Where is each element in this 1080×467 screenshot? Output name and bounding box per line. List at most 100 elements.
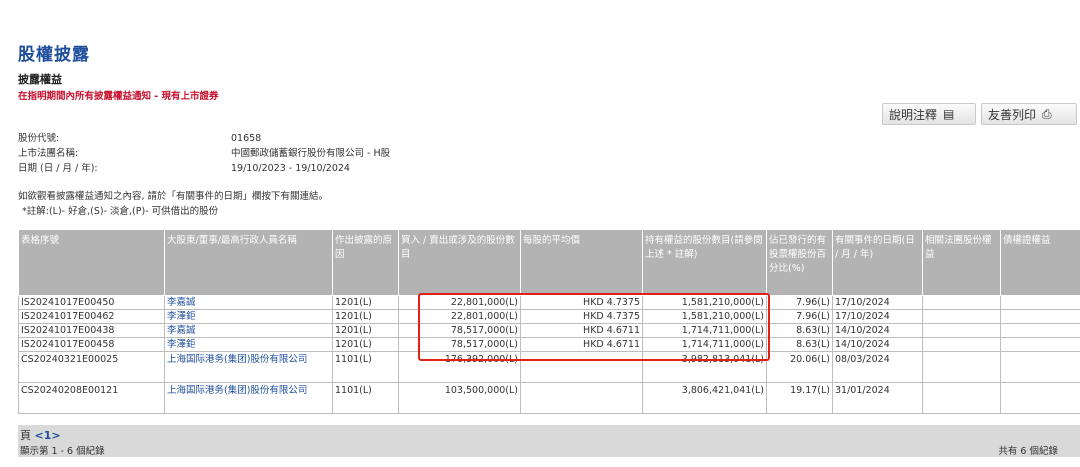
print-button-label: 友善列印 — [988, 107, 1037, 122]
cell-shares-involved: 22,801,000(L) — [398, 309, 521, 324]
cell-avg-price — [520, 382, 643, 414]
cell-avg-price: HKD 4.6711 — [520, 323, 643, 338]
company-label: 上市法團名稱: — [18, 148, 79, 159]
notes-button[interactable]: 說明注釋 ▤ — [882, 103, 976, 125]
cell-shares-involved: 78,517,000(L) — [398, 323, 521, 338]
cell-percentage: 20.06(L) — [766, 351, 833, 383]
record-total: 共有 6 個紀錄 — [998, 446, 1058, 457]
cell-shares-involved: 22,801,000(L) — [398, 295, 521, 310]
cell-debentures — [1000, 337, 1080, 352]
cell-associated-corp — [922, 382, 1001, 414]
cell-holder-name[interactable]: 李澤鉅 — [164, 309, 333, 324]
cell-holder-name[interactable]: 李嘉誠 — [164, 295, 333, 310]
header-percentage[interactable]: 佔已發行的有投票權股份百分比(%) — [766, 229, 833, 296]
cell-reason: 1101(L) — [332, 351, 399, 383]
table-row: IS20241017E00458 李澤鉅 1201(L) 78,517,000(… — [18, 337, 1080, 352]
cell-percentage: 7.96(L) — [766, 309, 833, 324]
cell-shares-held: 1,581,210,000(L) — [642, 309, 767, 324]
header-form-no[interactable]: 表格序號 — [18, 229, 165, 296]
cell-event-date[interactable]: 31/01/2024 — [832, 382, 923, 414]
cell-form-no: CS20240208E00121 — [18, 382, 165, 414]
cell-associated-corp — [922, 337, 1001, 352]
cell-percentage: 7.96(L) — [766, 295, 833, 310]
cell-shares-held: 3,982,813,041(L) — [642, 351, 767, 383]
cell-form-no: IS20241017E00438 — [18, 323, 165, 338]
cell-shares-held: 1,714,711,000(L) — [642, 323, 767, 338]
company-value: 中國郵政儲蓄銀行股份有限公司 - H股 — [231, 148, 391, 159]
cell-debentures — [1000, 323, 1080, 338]
stock-code-label: 股份代號: — [18, 133, 60, 144]
cell-associated-corp — [922, 323, 1001, 338]
stock-code-value: 01658 — [231, 133, 262, 144]
cell-associated-corp — [922, 309, 1001, 324]
cell-avg-price: HKD 4.7375 — [520, 309, 643, 324]
table-row: IS20241017E00462 李澤鉅 1201(L) 22,801,000(… — [18, 309, 1080, 324]
cell-shares-involved: 78,517,000(L) — [398, 337, 521, 352]
table-footer: 頁 <1> 顯示第 1 - 6 個紀錄 共有 6 個紀錄 — [18, 425, 1080, 457]
cell-shares-held: 1,581,210,000(L) — [642, 295, 767, 310]
page-prefix: 頁 — [20, 429, 31, 442]
document-icon: ▤ — [943, 107, 955, 121]
cell-event-date[interactable]: 08/03/2024 — [832, 351, 923, 383]
record-range: 顯示第 1 - 6 個紀錄 — [20, 446, 105, 457]
cell-debentures — [1000, 382, 1080, 414]
header-event-date[interactable]: 有關事件的日期(日 / 月 / 年) — [832, 229, 923, 296]
table-header-row: 表格序號 大股東/董事/最高行政人員名稱 作出披露的原因 買入 / 賣出或涉及的… — [18, 229, 1080, 296]
date-value: 19/10/2023 - 19/10/2024 — [231, 163, 350, 174]
cell-reason: 1201(L) — [332, 337, 399, 352]
cell-holder-name[interactable]: 李澤鉅 — [164, 337, 333, 352]
printer-icon: ⎙ — [1042, 106, 1052, 121]
cell-form-no: CS20240321E00025 — [18, 351, 165, 383]
header-debentures[interactable]: 債權證權益 — [1000, 229, 1080, 296]
cell-percentage: 19.17(L) — [766, 382, 833, 414]
cell-shares-involved: 176,392,000(L) — [398, 351, 521, 383]
cell-avg-price: HKD 4.7375 — [520, 295, 643, 310]
page-title: 股權披露 — [18, 45, 90, 65]
cell-shares-involved: 103,500,000(L) — [398, 382, 521, 414]
table-row: CS20240208E00121 上海国际港务(集团)股份有限公司 1101(L… — [18, 382, 1080, 414]
section-title: 披露權益 — [18, 73, 62, 86]
print-button[interactable]: 友善列印 ⎙ — [981, 103, 1077, 125]
cell-debentures — [1000, 295, 1080, 310]
cell-avg-price — [520, 351, 643, 383]
cell-avg-price: HKD 4.6711 — [520, 337, 643, 352]
cell-reason: 1201(L) — [332, 323, 399, 338]
instruction-note: 如欲觀看披露權益通知之內容, 請於「有關事件的日期」欄按下有關連結。 — [18, 191, 329, 202]
page-link-current[interactable]: <1> — [35, 429, 61, 442]
cell-reason: 1101(L) — [332, 382, 399, 414]
cell-holder-name[interactable]: 上海国际港务(集团)股份有限公司 — [164, 351, 333, 383]
header-associated-corp[interactable]: 相關法團股份權益 — [922, 229, 1001, 296]
cell-event-date[interactable]: 17/10/2024 — [832, 309, 923, 324]
cell-debentures — [1000, 351, 1080, 383]
date-label: 日期 (日 / 月 / 年): — [18, 163, 98, 174]
header-reason[interactable]: 作出披露的原因 — [332, 229, 399, 296]
legend-note: *註解:(L)- 好倉,(S)- 淡倉,(P)- 可供借出的股份 — [22, 206, 219, 217]
cell-associated-corp — [922, 295, 1001, 310]
header-shares-involved[interactable]: 買入 / 賣出或涉及的股份數目 — [398, 229, 521, 296]
cell-form-no: IS20241017E00450 — [18, 295, 165, 310]
header-holder-name[interactable]: 大股東/董事/最高行政人員名稱 — [164, 229, 333, 296]
cell-percentage: 8.63(L) — [766, 323, 833, 338]
cell-form-no: IS20241017E00462 — [18, 309, 165, 324]
date-row: 日期 (日 / 月 / 年): 19/10/2023 - 19/10/2024 — [18, 160, 350, 174]
cell-shares-held: 3,806,421,041(L) — [642, 382, 767, 414]
header-shares-held[interactable]: 持有權益的股份數目(請參閱上述 * 註解) — [642, 229, 767, 296]
cell-reason: 1201(L) — [332, 309, 399, 324]
cell-event-date[interactable]: 14/10/2024 — [832, 337, 923, 352]
stock-code-row: 股份代號: 01658 — [18, 130, 261, 144]
cell-shares-held: 1,714,711,000(L) — [642, 337, 767, 352]
cell-holder-name[interactable]: 李嘉誠 — [164, 323, 333, 338]
cell-form-no: IS20241017E00458 — [18, 337, 165, 352]
cell-event-date[interactable]: 14/10/2024 — [832, 323, 923, 338]
header-avg-price[interactable]: 每股的平均價 — [520, 229, 643, 296]
notes-button-label: 說明注釋 — [889, 107, 938, 122]
disclosure-table: 表格序號 大股東/董事/最高行政人員名稱 作出披露的原因 買入 / 賣出或涉及的… — [18, 229, 1080, 414]
table-row: IS20241017E00438 李嘉誠 1201(L) 78,517,000(… — [18, 323, 1080, 338]
cell-associated-corp — [922, 351, 1001, 383]
cell-event-date[interactable]: 17/10/2024 — [832, 295, 923, 310]
company-row: 上市法團名稱: 中國郵政儲蓄銀行股份有限公司 - H股 — [18, 145, 390, 159]
cell-holder-name[interactable]: 上海国际港务(集团)股份有限公司 — [164, 382, 333, 414]
cell-reason: 1201(L) — [332, 295, 399, 310]
table-row: CS20240321E00025 上海国际港务(集团)股份有限公司 1101(L… — [18, 351, 1080, 383]
pagination: 頁 <1> — [20, 427, 61, 443]
